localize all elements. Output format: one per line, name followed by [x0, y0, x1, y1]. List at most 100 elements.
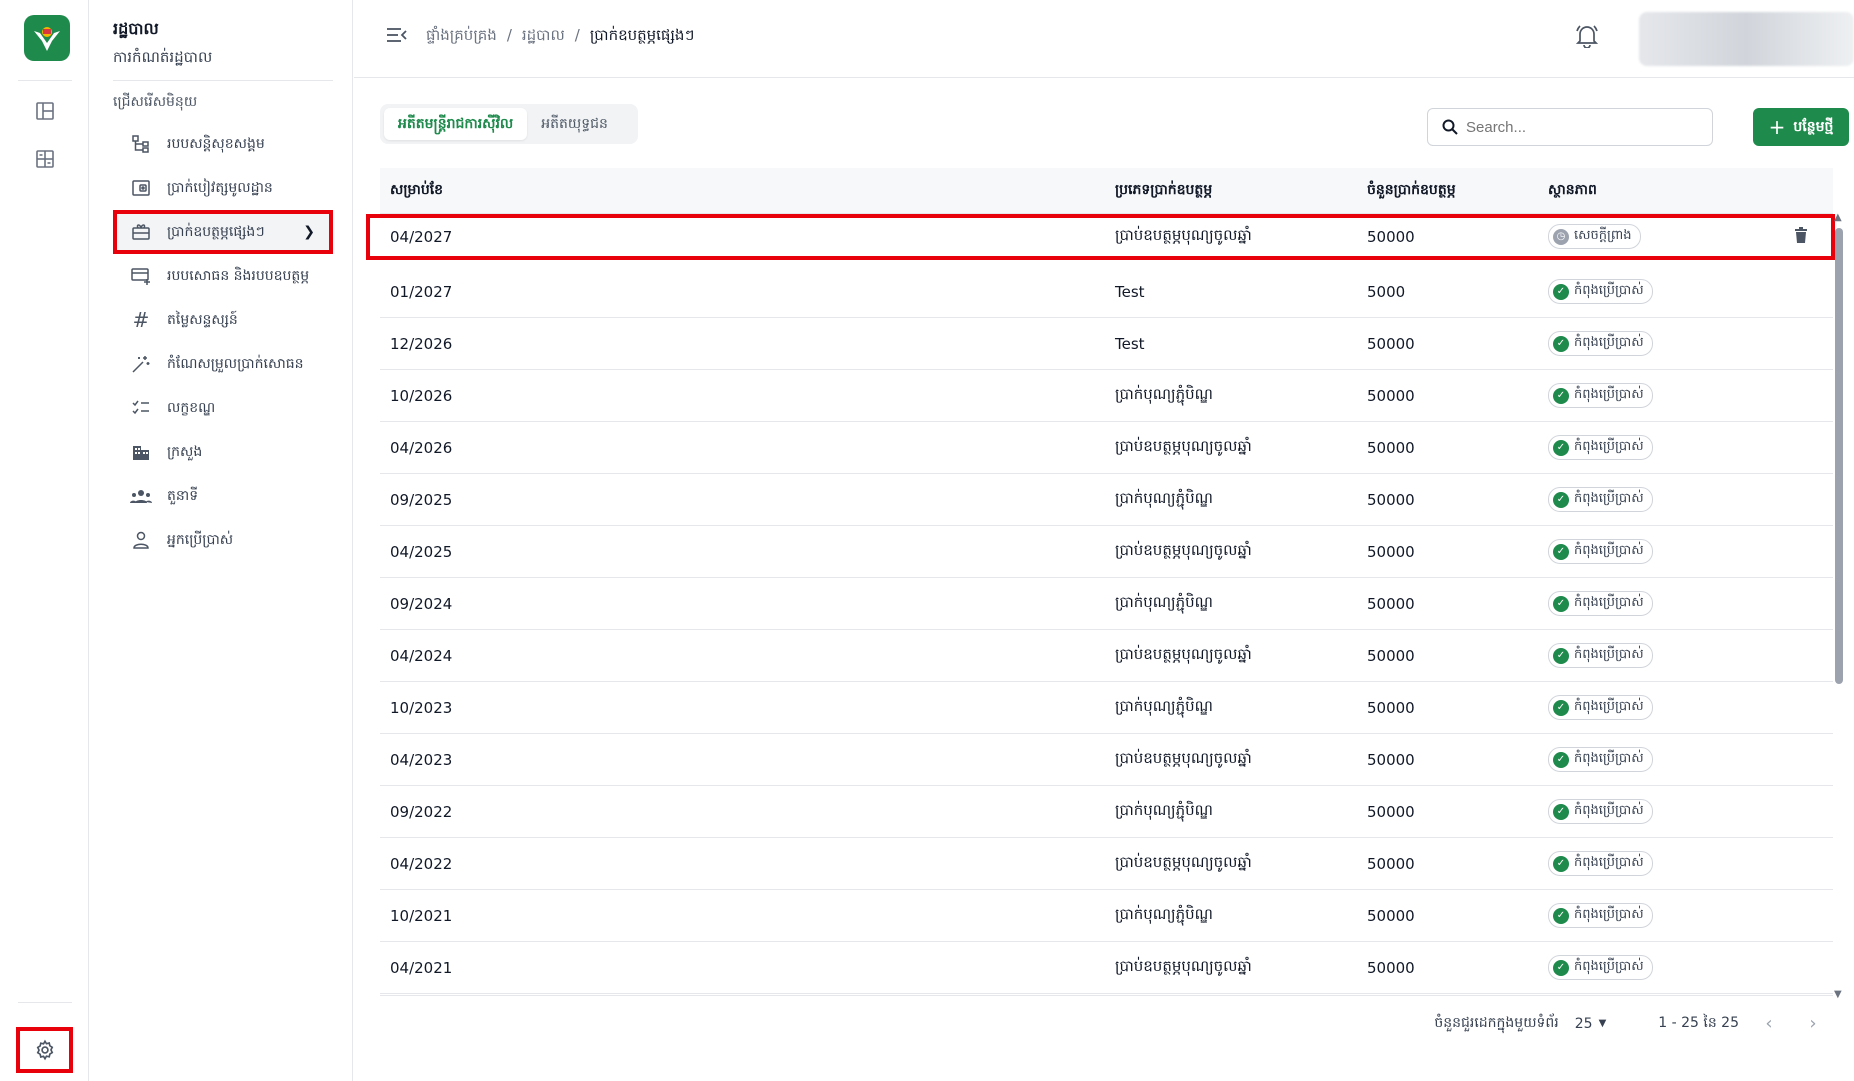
table-row[interactable]: 10/2023 ប្រាក់បុណ្យភ្ជុំបិណ្ឌ 50000 ✓ កំពុងប…: [380, 682, 1833, 734]
scrollbar-thumb[interactable]: [1835, 228, 1843, 684]
dashboard-layout-icon[interactable]: [29, 95, 61, 127]
table-row[interactable]: 04/2025 ប្រាប់ឧបត្ថម្ភបុណ្យចូលឆ្នាំ 50000 ✓…: [380, 526, 1833, 578]
sidebar-item-conditions[interactable]: លក្ខខណ្ឌ: [113, 386, 333, 430]
check-circle-icon: ✓: [1553, 595, 1569, 612]
tab-veterans[interactable]: អតីតយុទ្ធជន: [527, 108, 622, 140]
check-circle-icon: ✓: [1553, 803, 1569, 820]
table-row[interactable]: 04/2023 ប្រាប់ឧបត្ថម្ភបុណ្យចូលឆ្នាំ 50000 ✓…: [380, 734, 1833, 786]
status-label: កំពុងប្រើប្រាស់: [1574, 751, 1644, 766]
people-icon: [129, 484, 153, 508]
column-header-status[interactable]: ស្ថានភាព: [1548, 180, 1768, 201]
status-badge: ◷ សេចក្ដីព្រាង: [1548, 224, 1641, 249]
status-badge: ✓ កំពុងប្រើប្រាស់: [1548, 903, 1653, 928]
module-title: រដ្ឋបាល: [113, 19, 159, 38]
scroll-down-arrow[interactable]: ▼: [1834, 989, 1842, 1000]
search-input[interactable]: [1466, 118, 1696, 136]
sidebar-item-label: ប្រាក់ឧបត្ថម្ភផ្សេងៗ: [167, 223, 265, 240]
table-row[interactable]: 01/2027 Test 5000 ✓ កំពុងប្រើប្រាស់: [380, 266, 1833, 318]
status-label: កំពុងប្រើប្រាស់: [1574, 283, 1644, 298]
cell-month: 10/2023: [390, 698, 453, 717]
table-row[interactable]: 04/2022 ប្រាប់ឧបត្ថម្ភបុណ្យចូលឆ្នាំ 50000 ✓…: [380, 838, 1833, 890]
rows-per-page-select[interactable]: 25 ▼: [1575, 1016, 1607, 1032]
next-page-button[interactable]: ›: [1799, 1013, 1827, 1034]
previous-page-button[interactable]: ‹: [1755, 1013, 1783, 1034]
cell-month: 04/2026: [390, 438, 453, 457]
table-row[interactable]: 04/2021 ប្រាប់ឧបត្ថម្ភបុណ្យចូលឆ្នាំ 50000 ✓…: [380, 942, 1833, 994]
status-label: កំពុងប្រើប្រាស់: [1574, 855, 1644, 870]
table-row[interactable]: 09/2024 ប្រាក់បុណ្យភ្ជុំបិណ្ឌ 50000 ✓ កំពុងប…: [380, 578, 1833, 630]
status-label: កំពុងប្រើប្រាស់: [1574, 907, 1644, 922]
sparkle-icon: [129, 352, 153, 376]
breadcrumb-admin[interactable]: រដ្ឋបាល: [522, 26, 565, 48]
scroll-up-arrow[interactable]: ▲: [1834, 212, 1842, 223]
user-profile-avatar[interactable]: [1639, 12, 1854, 66]
sidebar-item-users[interactable]: អ្នកប្រើប្រាស់: [113, 518, 333, 562]
sidebar-item-pension-schemes[interactable]: របបសោធន និងរបបឧបត្ថម្ភ: [113, 254, 333, 298]
sidebar-item-roles[interactable]: តួនាទី: [113, 474, 333, 518]
building-icon: [129, 440, 153, 464]
cell-type: ប្រាក់បុណ្យភ្ជុំបិណ្ឌ: [1115, 488, 1213, 507]
delete-trash-icon[interactable]: [1794, 226, 1808, 247]
table-row[interactable]: 10/2026 ប្រាក់បុណ្យភ្ជុំបិណ្ឌ 50000 ✓ កំពុងប…: [380, 370, 1833, 422]
app-logo[interactable]: [24, 15, 70, 61]
status-label: កំពុងប្រើប្រាស់: [1574, 387, 1644, 402]
cell-type: Test: [1115, 334, 1145, 353]
table-row[interactable]: 04/2027 ប្រាប់ឧបត្ថម្ភបុណ្យចូលឆ្នាំ 50000 ◷…: [366, 214, 1835, 260]
cell-amount: 50000: [1367, 438, 1415, 457]
table-row[interactable]: 09/2022 ប្រាក់បុណ្យភ្ជុំបិណ្ឌ 50000 ✓ កំពុងប…: [380, 786, 1833, 838]
top-header: ផ្ទាំងគ្រប់គ្រង / រដ្ឋបាល / ប្រាក់ឧបត្ថម…: [354, 0, 1854, 78]
secondary-sidebar: រដ្ឋបាល ការកំណត់រដ្ឋបាល ជ្រើសរើសមិនុយ រប…: [89, 0, 353, 1081]
tab-former-civil-servants[interactable]: អតីតមន្ត្រីរាជការស៊ីវិល: [384, 108, 528, 140]
status-label: កំពុងប្រើប្រាស់: [1574, 543, 1644, 558]
sidebar-item-label: របបសន្តិសុខសង្គម: [167, 135, 265, 152]
check-circle-icon: ✓: [1553, 751, 1569, 768]
cell-type: ប្រាក់បុណ្យភ្ជុំបិណ្ឌ: [1115, 800, 1213, 819]
cell-type: ប្រាប់ឧបត្ថម្ភបុណ្យចូលឆ្នាំ: [1115, 225, 1252, 244]
cell-amount: 50000: [1367, 750, 1415, 769]
cell-month: 04/2021: [390, 958, 453, 977]
sidebar-item-index-values[interactable]: # តម្លៃសន្ទស្សន៍: [113, 298, 333, 342]
cell-month: 01/2027: [390, 282, 453, 301]
table-body: 04/2027 ប្រាប់ឧបត្ថម្ភបុណ្យចូលឆ្នាំ 50000 ◷…: [366, 214, 1835, 994]
notification-bell-icon[interactable]: [1575, 24, 1599, 52]
check-circle-icon: ✓: [1553, 283, 1569, 300]
user-icon: [129, 528, 153, 552]
status-label: កំពុងប្រើប្រាស់: [1574, 647, 1644, 662]
sidebar-item-base-salary[interactable]: ប្រាក់បៀវត្សមូលដ្ឋាន: [113, 166, 333, 210]
column-header-type[interactable]: ប្រភេទប្រាក់ឧបត្ថម្ភ: [1115, 180, 1367, 201]
checklist-icon: [129, 396, 153, 420]
cell-type: ប្រាប់ឧបត្ថម្ភបុណ្យចូលឆ្នាំ: [1115, 644, 1252, 663]
add-new-button[interactable]: + បន្ថែមថ្មី: [1753, 108, 1849, 146]
column-header-month[interactable]: សម្រាប់ខែ: [380, 180, 1115, 201]
status-badge: ✓ កំពុងប្រើប្រាស់: [1548, 799, 1653, 824]
plus-icon: +: [1768, 115, 1786, 139]
cell-month: 10/2021: [390, 906, 453, 925]
pagination-bar: ចំនួនជួរដេកក្នុងមួយទំព័រ 25 ▼ 1 - 25 នៃ …: [380, 995, 1833, 1051]
table-row[interactable]: 04/2024 ប្រាប់ឧបត្ថម្ភបុណ្យចូលឆ្នាំ 50000 ✓…: [380, 630, 1833, 682]
sidebar-item-label: តម្លៃសន្ទស្សន៍: [167, 311, 238, 328]
cell-amount: 50000: [1367, 802, 1415, 821]
cell-amount: 50000: [1367, 227, 1415, 246]
table-row[interactable]: 09/2025 ប្រាក់បុណ្យភ្ជុំបិណ្ឌ 50000 ✓ កំពុងប…: [380, 474, 1833, 526]
breadcrumb-dashboard[interactable]: ផ្ទាំងគ្រប់គ្រង: [426, 26, 497, 48]
calculator-icon[interactable]: [29, 143, 61, 175]
table-row[interactable]: 10/2021 ប្រាក់បុណ្យភ្ជុំបិណ្ឌ 50000 ✓ កំពុងប…: [380, 890, 1833, 942]
column-header-amount[interactable]: ចំនួនប្រាក់ឧបត្ថម្ភ: [1367, 180, 1548, 201]
cell-month: 09/2025: [390, 490, 453, 509]
sidebar-item-label: ប្រាក់បៀវត្សមូលដ្ឋាន: [167, 179, 273, 196]
sidebar-item-other-allowances[interactable]: ប្រាក់ឧបត្ថម្ភផ្សេងៗ ❯: [113, 210, 333, 254]
status-badge: ✓ កំពុងប្រើប្រាស់: [1548, 591, 1653, 616]
check-circle-icon: ✓: [1553, 543, 1569, 560]
module-subtitle: ការកំណត់រដ្ឋបាល: [113, 48, 213, 66]
sidebar-item-pension-adjustment[interactable]: កំណែសម្រួលប្រាក់សោធន: [113, 342, 333, 386]
table-row[interactable]: 04/2026 ប្រាប់ឧបត្ថម្ភបុណ្យចូលឆ្នាំ 50000 ✓…: [380, 422, 1833, 474]
settings-button[interactable]: [16, 1027, 73, 1073]
sidebar-item-social-security[interactable]: របបសន្តិសុខសង្គម: [113, 122, 333, 166]
check-circle-icon: ✓: [1553, 855, 1569, 872]
check-circle-icon: ✓: [1553, 647, 1569, 664]
table-row[interactable]: 12/2026 Test 50000 ✓ កំពុងប្រើប្រាស់: [380, 318, 1833, 370]
status-badge: ✓ កំពុងប្រើប្រាស់: [1548, 747, 1653, 772]
sidebar-item-ministries[interactable]: ក្រសួង: [113, 430, 333, 474]
rows-per-page-label: ចំនួនជួរដេកក្នុងមួយទំព័រ: [1434, 1015, 1559, 1031]
menu-collapse-icon[interactable]: [386, 26, 408, 48]
